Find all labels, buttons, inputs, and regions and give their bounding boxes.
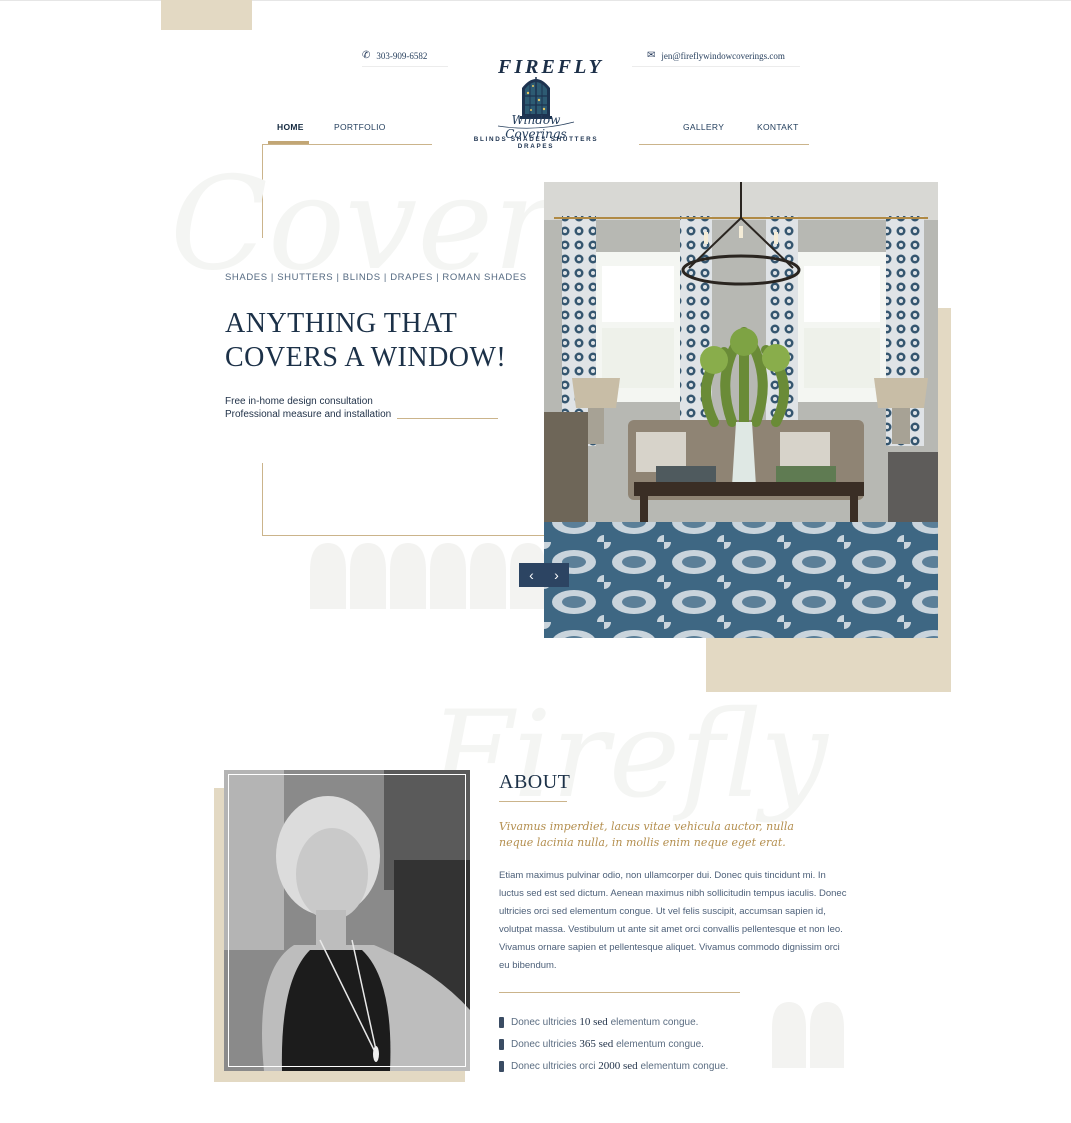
list-item: Donec ultricies 365 sed elementum congue… — [499, 1033, 728, 1055]
hero-image — [544, 182, 938, 638]
about-title: ABOUT — [499, 771, 571, 793]
hero-headline-line1: ANYTHING THAT — [225, 308, 458, 339]
phone-number: 303-909-6582 — [376, 50, 428, 61]
about-photo-frame — [228, 774, 466, 1067]
hero-headline-line2: COVERS A WINDOW! — [225, 342, 507, 373]
nav-portfolio[interactable]: PORTFOLIO — [334, 122, 386, 132]
site-logo[interactable]: FIREFLY Window Coverings BLINDS SHADES S… — [458, 52, 614, 150]
list-item: Donec ultricies 10 sed elementum congue. — [499, 1011, 728, 1033]
phone-icon: ✆ — [362, 50, 371, 61]
hero-headline: ANYTHING THAT COVERS A WINDOW! — [225, 307, 506, 375]
hero-feature-rule — [397, 418, 498, 419]
logo-tagline: BLINDS SHADES SHUTTERS DRAPES — [473, 136, 599, 150]
about-divider — [499, 992, 740, 993]
nav-rule-left — [262, 144, 432, 145]
email-link[interactable]: ✉ jen@fireflywindowcoverings.com — [647, 50, 785, 61]
envelope-icon: ✉ — [647, 50, 656, 61]
about-ghost-word: Firefly — [430, 686, 828, 825]
about-quote: Vivamus imperdiet, lacus vitae vehicula … — [499, 820, 794, 849]
hero-feature-item: Free in-home design consultation — [225, 396, 373, 407]
arches-decoration — [310, 543, 546, 609]
chevron-left-icon[interactable]: ‹ — [519, 563, 544, 587]
slider-controls: ‹ › — [519, 563, 569, 587]
hero-features: Free in-home design consultation Profess… — [225, 396, 391, 421]
arch-bullet-icon — [499, 1060, 504, 1072]
nav-gallery[interactable]: GALLERY — [683, 122, 724, 132]
chevron-right-icon[interactable]: › — [544, 563, 569, 587]
nav-rule-right — [639, 144, 809, 145]
hero-categories: SHADES | SHUTTERS | BLINDS | DRAPES | RO… — [225, 272, 527, 283]
logo-wordmark: FIREFLY — [498, 56, 604, 78]
hero-feature-item: Professional measure and installation — [225, 408, 392, 420]
hero-frame-bottom — [262, 535, 546, 536]
arch-bullet-icon — [499, 1038, 504, 1050]
hero-frame-left-bottom — [262, 463, 263, 536]
about-photo — [224, 770, 470, 1071]
nav-home[interactable]: HOME — [277, 122, 304, 132]
arches-decoration-small — [772, 1002, 844, 1068]
email-underline — [632, 66, 800, 67]
about-title-underline — [499, 801, 567, 802]
about-body: Etiam maximus pulvinar odio, non ullamco… — [499, 870, 847, 971]
nav-kontakt[interactable]: KONTAKT — [757, 122, 799, 132]
phone-underline — [362, 66, 448, 67]
email-address: jen@fireflywindowcoverings.com — [661, 50, 785, 61]
about-bullets: Donec ultricies 10 sed elementum congue.… — [499, 1011, 728, 1077]
arch-bullet-icon — [499, 1016, 504, 1028]
top-accent-block — [161, 0, 252, 30]
phone-link[interactable]: ✆ 303-909-6582 — [362, 50, 427, 61]
list-item: Donec ultricies orci 2000 sed elementum … — [499, 1055, 728, 1077]
